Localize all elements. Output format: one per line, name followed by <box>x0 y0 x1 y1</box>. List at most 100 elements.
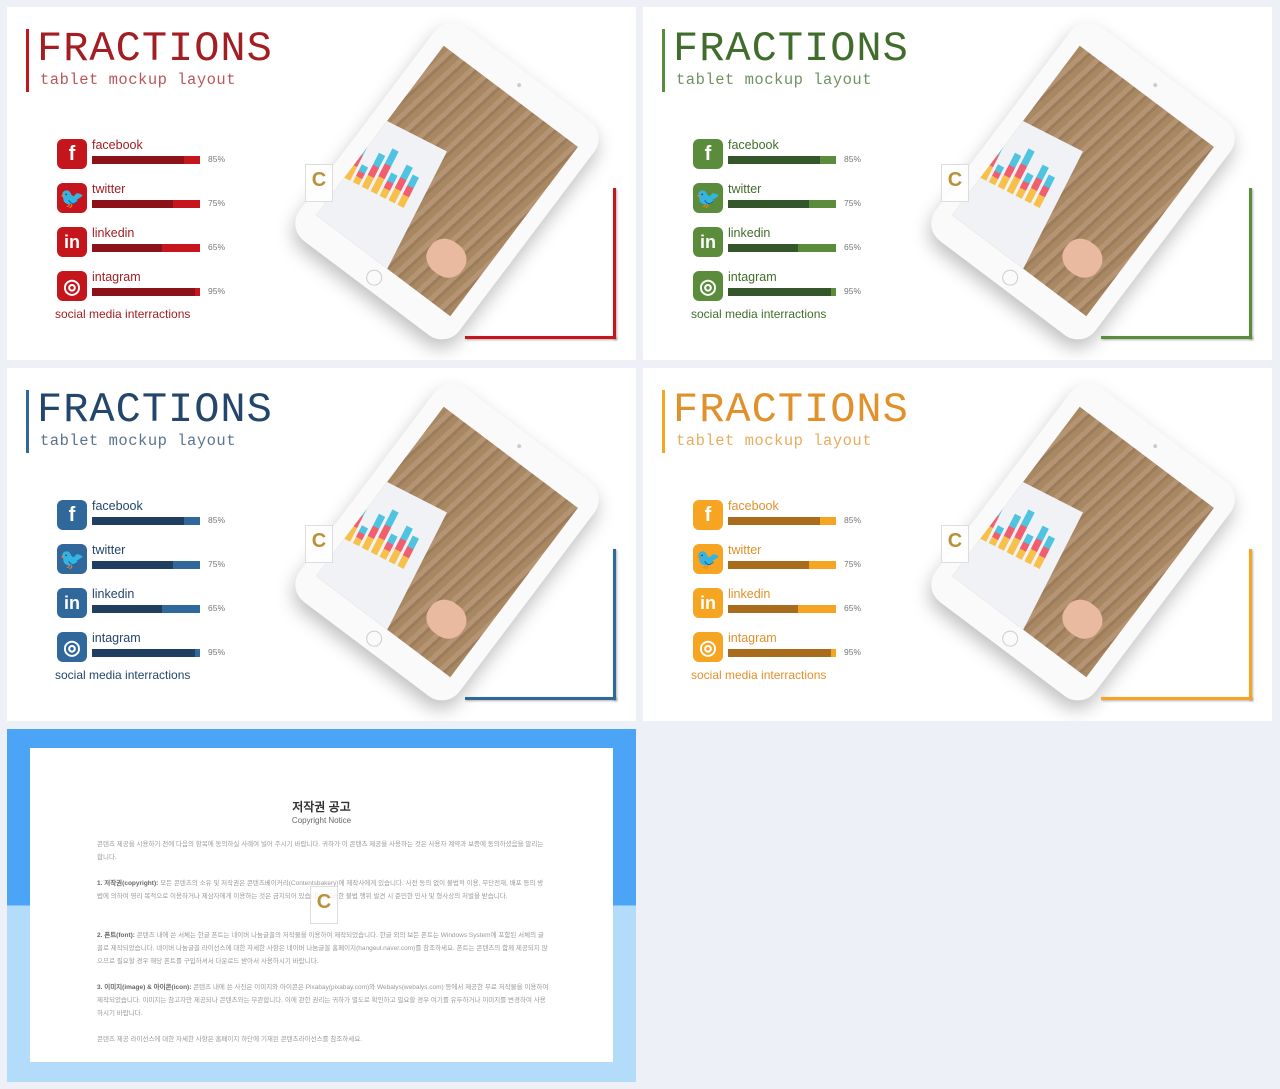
camera-dot <box>1152 443 1159 449</box>
slide[interactable]: FRACTIONS tablet mockup layout f faceboo… <box>643 368 1272 721</box>
hand <box>419 231 474 285</box>
accent-bar <box>26 29 29 92</box>
social-row-facebook: f facebook 85% <box>693 499 893 532</box>
social-row-linkedin: in linkedin 65% <box>57 587 257 620</box>
camera-dot <box>1152 82 1159 88</box>
corner-bracket <box>613 549 616 700</box>
progress-bar <box>92 156 200 164</box>
slide-subtitle: tablet mockup layout <box>676 432 873 450</box>
progress-bar <box>728 605 836 613</box>
social-row-linkedin: in linkedin 65% <box>693 587 893 620</box>
social-row-twitter: 🐦 twitter 75% <box>57 543 257 576</box>
progress-bar <box>92 517 200 525</box>
slide-title: FRACTIONS <box>673 25 909 73</box>
corner-bracket <box>465 697 616 700</box>
social-row-intagram: ◎ intagram 95% <box>57 631 257 664</box>
slide-title: FRACTIONS <box>673 386 909 434</box>
percent-label: 75% <box>208 559 226 569</box>
copyright-slide: 저작권 공고 Copyright Notice 콘텐츠 제공을 시용하기 전에 … <box>7 729 636 1082</box>
twitter-icon: 🐦 <box>693 544 723 574</box>
percent-label: 75% <box>208 198 226 208</box>
progress-fill <box>92 649 195 657</box>
tablet-screen-image <box>952 45 1214 317</box>
social-row-twitter: 🐦 twitter 75% <box>693 543 893 576</box>
progress-fill <box>92 517 184 525</box>
social-row-linkedin: in linkedin 65% <box>57 226 257 259</box>
progress-bar <box>728 200 836 208</box>
social-label: linkedin <box>92 587 135 601</box>
progress-fill <box>728 605 799 613</box>
hand <box>1055 231 1110 285</box>
accent-bar <box>662 390 665 453</box>
social-label: twitter <box>92 182 126 196</box>
watermark-logo: C <box>941 164 969 202</box>
copyright-intro: 콘텐츠 제공을 시용하기 전에 다음의 항목에 동의하실 사례여 빌어 주시기 … <box>97 841 544 861</box>
section-heading: 2. 폰트(font): <box>97 932 135 939</box>
slide-subtitle: tablet mockup layout <box>40 432 237 450</box>
corner-bracket <box>1101 336 1252 339</box>
watermark-logo: C <box>941 525 969 563</box>
slide[interactable]: FRACTIONS tablet mockup layout f faceboo… <box>7 7 636 360</box>
social-row-facebook: f facebook 85% <box>693 138 893 171</box>
social-label: facebook <box>728 138 779 152</box>
progress-fill <box>92 288 195 296</box>
instagram-icon: ◎ <box>693 271 723 301</box>
progress-fill <box>728 244 799 252</box>
section-heading: 3. 이미지(image) & 아이콘(icon): <box>97 984 192 991</box>
social-label: facebook <box>92 138 143 152</box>
social-row-twitter: 🐦 twitter 75% <box>693 182 893 215</box>
twitter-icon: 🐦 <box>693 183 723 213</box>
hand <box>419 592 474 646</box>
progress-fill <box>92 244 163 252</box>
slide-title: FRACTIONS <box>37 386 273 434</box>
progress-fill <box>728 561 809 569</box>
progress-bar <box>92 561 200 569</box>
percent-label: 85% <box>208 154 226 164</box>
linkedin-icon: in <box>693 227 723 257</box>
facebook-icon: f <box>57 139 87 169</box>
facebook-icon: f <box>693 500 723 530</box>
social-row-intagram: ◎ intagram 95% <box>57 270 257 303</box>
watermark-logo: C <box>305 525 333 563</box>
tablet-mockup <box>922 374 1244 710</box>
social-row-twitter: 🐦 twitter 75% <box>57 182 257 215</box>
linkedin-icon: in <box>57 588 87 618</box>
percent-label: 65% <box>844 603 862 613</box>
social-row-facebook: f facebook 85% <box>57 138 257 171</box>
instagram-icon: ◎ <box>693 632 723 662</box>
corner-bracket <box>1249 188 1252 339</box>
progress-bar <box>728 244 836 252</box>
progress-fill <box>728 200 809 208</box>
progress-fill <box>92 605 163 613</box>
percent-label: 65% <box>844 242 862 252</box>
percent-label: 95% <box>844 286 862 296</box>
camera-dot <box>516 82 523 88</box>
caption: social media interractions <box>55 307 191 321</box>
social-row-intagram: ◎ intagram 95% <box>693 270 893 303</box>
progress-fill <box>728 156 820 164</box>
instagram-icon: ◎ <box>57 632 87 662</box>
social-label: twitter <box>92 543 126 557</box>
corner-bracket <box>613 188 616 339</box>
social-label: linkedin <box>728 226 771 240</box>
progress-bar <box>92 605 200 613</box>
tablet-screen-image <box>316 45 578 317</box>
slide-title: FRACTIONS <box>37 25 273 73</box>
corner-bracket <box>1249 549 1252 700</box>
progress-fill <box>92 561 173 569</box>
watermark-logo: C <box>310 886 338 924</box>
progress-bar <box>728 517 836 525</box>
social-label: intagram <box>92 270 141 284</box>
caption: social media interractions <box>691 307 827 321</box>
slide[interactable]: FRACTIONS tablet mockup layout f faceboo… <box>643 7 1272 360</box>
accent-bar <box>26 390 29 453</box>
copyright-outro: 콘텐츠 제공 라이선스에 대한 자세한 사항은 홈페이지 하단에 기재된 콘텐츠… <box>97 1036 363 1043</box>
progress-fill <box>92 200 173 208</box>
progress-bar <box>728 649 836 657</box>
hand <box>1055 592 1110 646</box>
copyright-section-2: 2. 폰트(font): 콘텐츠 내에 쓴 서체는 한글 폰트는 네이버 나눔글… <box>97 929 549 968</box>
progress-fill <box>728 288 831 296</box>
tablet-mockup <box>286 374 608 710</box>
slide[interactable]: FRACTIONS tablet mockup layout f faceboo… <box>7 368 636 721</box>
progress-bar <box>92 244 200 252</box>
